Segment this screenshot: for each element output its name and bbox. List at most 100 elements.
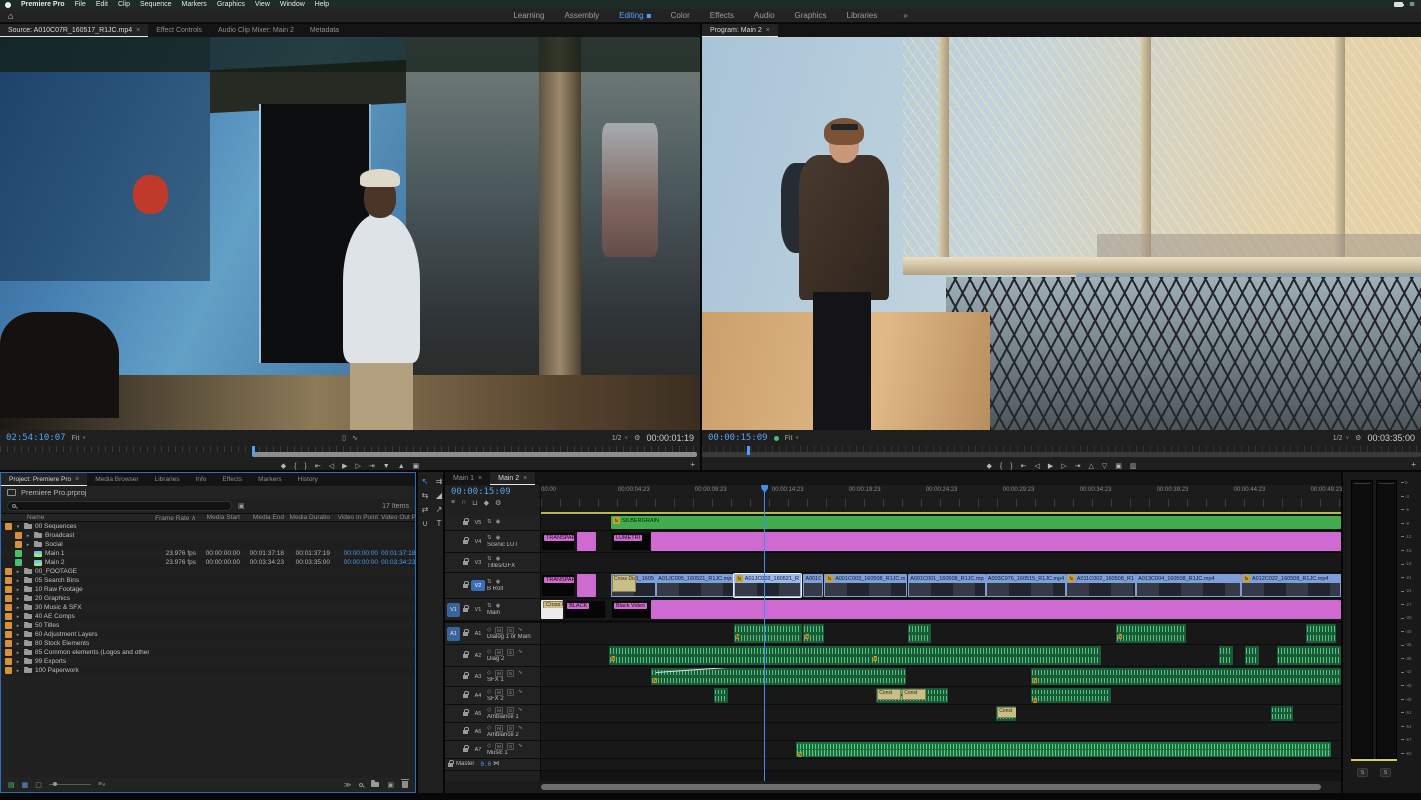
menu-app-name[interactable]: Premiere Pro — [21, 0, 65, 9]
clip[interactable]: Cross Di — [541, 600, 563, 619]
table-row[interactable]: ▸50 Titles — [1, 621, 415, 630]
tab-program[interactable]: Program: Main 2× — [702, 24, 778, 37]
table-row[interactable]: ▸05 Search Bins — [1, 576, 415, 585]
voiceover-record-icon[interactable]: ∿ — [518, 670, 523, 677]
workspace-tab-audio[interactable]: Audio — [754, 11, 774, 20]
track-lock-icon[interactable] — [463, 521, 468, 525]
solo-button[interactable]: S — [507, 627, 514, 634]
workspace-tab-effects[interactable]: Effects — [710, 11, 734, 20]
playhead-line[interactable] — [764, 489, 765, 781]
twirl-icon[interactable]: ▸ — [15, 587, 21, 593]
mute-button[interactable]: M — [495, 670, 503, 677]
track-lane-a1[interactable]: fxfxfx — [541, 623, 1341, 645]
track-lane-a3[interactable]: fx fx — [541, 667, 1341, 687]
timeline-ruler[interactable]: 00:0000:00:04:2300:00:09:2300:00:14:2300… — [541, 485, 1341, 515]
mute-button[interactable]: M — [495, 725, 503, 732]
drag-audio-icon[interactable]: ∿ — [352, 434, 358, 442]
solo-button[interactable]: S — [507, 743, 514, 750]
keyframe-icon[interactable]: ◇ — [487, 649, 491, 656]
workspace-tab-assembly[interactable]: Assembly — [564, 11, 599, 20]
track-lock-icon[interactable] — [463, 540, 468, 544]
close-icon[interactable]: × — [478, 475, 482, 482]
sort-icons-button[interactable]: ≡∨ — [98, 781, 106, 788]
twirl-icon[interactable]: ▸ — [25, 533, 31, 539]
label-color-chip[interactable] — [5, 613, 12, 620]
twirl-icon[interactable]: ▸ — [15, 668, 21, 674]
clip[interactable] — [1306, 624, 1336, 643]
track-lane-a7[interactable]: fx — [541, 741, 1341, 759]
add-marker-button[interactable]: ◆ — [986, 462, 991, 472]
track-header-v3[interactable]: V3⇅◉Titles/GFX — [445, 553, 540, 573]
track-lane-a6[interactable] — [541, 723, 1341, 741]
tab-project-premiere-pro[interactable]: Project: Premiere Pro× — [1, 473, 87, 486]
source-scrub-area[interactable] — [0, 446, 700, 458]
mute-button[interactable]: M — [495, 707, 503, 714]
track-lock-icon[interactable] — [463, 748, 468, 752]
menu-item-window[interactable]: Window — [280, 0, 305, 9]
track-header-v1[interactable]: V1V1⇅◉Main — [445, 599, 540, 621]
track-header-a6[interactable]: A6◇MS∿Ambiance 2 — [445, 723, 540, 741]
solo-button[interactable]: S — [507, 649, 514, 656]
source-zoom-scrollbar[interactable] — [252, 452, 697, 457]
table-row[interactable]: ▸Social — [1, 540, 415, 549]
solo-right-button[interactable]: S — [1380, 768, 1391, 777]
program-zoom-select[interactable]: Fit∨ — [785, 435, 799, 442]
search-input[interactable] — [7, 501, 232, 511]
zoom-slider[interactable] — [49, 784, 91, 785]
clip[interactable]: fx — [1031, 668, 1341, 685]
clip[interactable]: fxA01JC003_160521_R1JC.mp4 [V] — [734, 574, 801, 597]
new-item-button[interactable]: ▣ — [387, 781, 394, 789]
clip[interactable]: A01JC005_160521_R1JC.mp4 — [656, 574, 734, 597]
label-color-chip[interactable] — [5, 658, 12, 665]
voiceover-record-icon[interactable]: ∿ — [518, 725, 523, 732]
timeline-timecode[interactable]: 00:00:15:09 — [445, 485, 540, 497]
step-forward-button[interactable]: ▷ — [1061, 462, 1066, 472]
clip[interactable]: Black Video — [611, 600, 651, 619]
voiceover-record-icon[interactable]: ∿ — [518, 689, 523, 696]
tab-history[interactable]: History — [290, 473, 326, 486]
play-button[interactable]: ▶ — [1048, 462, 1053, 472]
table-row[interactable]: ▸40 AE Comps — [1, 612, 415, 621]
track-select-forward-tool[interactable]: ⇉ — [433, 475, 445, 487]
table-row[interactable]: Main 223.976 fps00:00:00:0000:03:34:2300… — [1, 558, 415, 567]
menu-item-clip[interactable]: Clip — [118, 0, 130, 9]
voiceover-record-icon[interactable]: ∿ — [518, 743, 523, 750]
clip[interactable] — [577, 574, 596, 597]
automate-to-sequence-button[interactable]: ≫ — [344, 781, 351, 789]
track-target-a1[interactable]: A1 — [471, 628, 485, 639]
track-header-v5[interactable]: V5⇅◉ — [445, 515, 540, 531]
program-video-frame[interactable] — [702, 37, 1421, 430]
master-level-value[interactable]: 0.0 — [480, 761, 491, 768]
play-button[interactable]: ▶ — [342, 462, 347, 472]
track-lock-icon[interactable] — [463, 730, 468, 734]
sync-lock-icon[interactable]: ⇅ — [487, 535, 492, 542]
table-row[interactable]: Main 123.976 fps00:00:00:0000:01:37:1800… — [1, 549, 415, 558]
keyframe-icon[interactable]: ◇ — [487, 689, 491, 696]
mark-in-button[interactable]: { — [294, 462, 296, 472]
source-patch[interactable] — [447, 670, 460, 684]
program-button-editor-icon[interactable]: + — [1411, 460, 1416, 469]
track-header-a7[interactable]: A7◇MS∿Music 1 — [445, 741, 540, 759]
solo-button[interactable]: S — [507, 689, 514, 696]
label-color-chip[interactable] — [15, 541, 22, 548]
tab-sequence-main-1[interactable]: Main 1× — [445, 472, 490, 485]
clip[interactable]: fx — [651, 668, 906, 685]
home-icon[interactable]: ⌂ — [0, 11, 21, 21]
step-forward-button[interactable]: ▷ — [355, 462, 360, 472]
program-zoom-scrollbar[interactable] — [702, 452, 1421, 457]
track-lane-v4[interactable]: TRANSPARENTLUMETRI — [541, 531, 1341, 553]
source-patch[interactable]: A1 — [447, 627, 460, 641]
label-color-chip[interactable] — [5, 523, 12, 530]
workspace-overflow-icon[interactable]: » — [903, 11, 907, 20]
list-view-button[interactable]: ▤ — [8, 781, 15, 789]
track-visibility-icon[interactable]: ◉ — [496, 556, 501, 563]
track-header-a5[interactable]: A5◇MS∿Ambiance 1 — [445, 705, 540, 723]
column-header-video-out-p[interactable]: Video Out P — [381, 514, 417, 521]
clip[interactable] — [714, 688, 728, 703]
twirl-icon[interactable]: ▸ — [15, 596, 21, 602]
table-row[interactable]: ▸00_FOOTAGE — [1, 567, 415, 576]
source-patch[interactable]: V1 — [447, 603, 460, 617]
voiceover-record-icon[interactable]: ∿ — [518, 707, 523, 714]
clip[interactable] — [908, 624, 931, 643]
column-header-video-in-point[interactable]: Video In Point — [333, 514, 381, 521]
